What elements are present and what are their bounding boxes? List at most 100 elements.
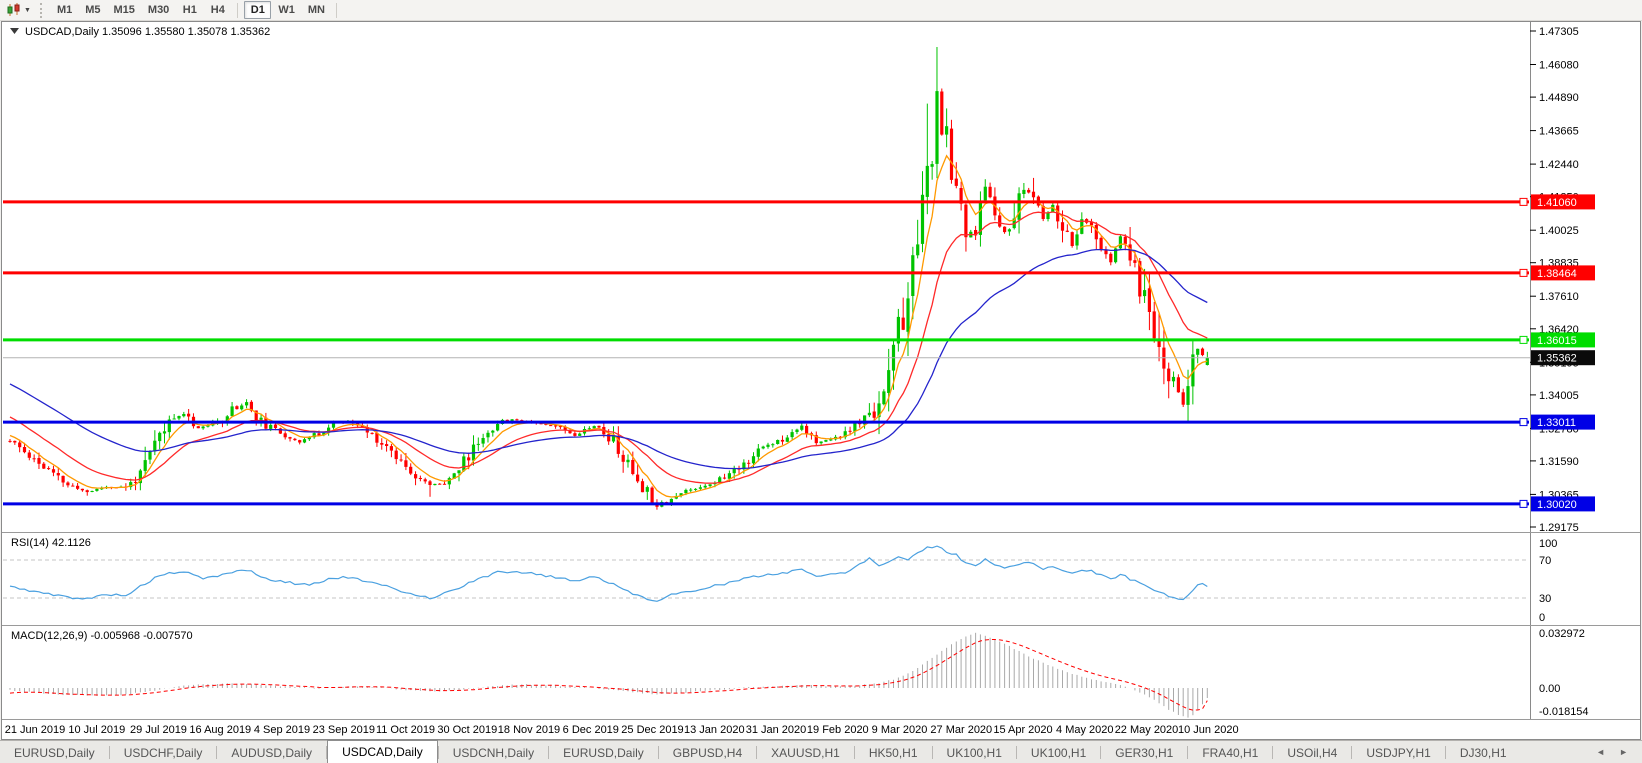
timeframe-buttons: M1 M5 M15 M30 H1 H4 D1 W1 MN: [51, 1, 331, 19]
candle-body: [592, 426, 596, 429]
toolbar-grip[interactable]: [39, 2, 44, 18]
candle-body: [829, 439, 833, 441]
chart-tab-uk100-h1[interactable]: UK100,H1: [933, 742, 1016, 763]
chart-tab-ger30-h1[interactable]: GER30,H1: [1101, 742, 1187, 763]
timeframe-button-h4[interactable]: H4: [204, 1, 231, 19]
candle-body: [230, 406, 234, 417]
candle-body: [945, 126, 949, 135]
chart-tab-gbpusd-h4[interactable]: GBPUSD,H4: [659, 742, 756, 763]
candle-body: [882, 391, 886, 405]
candle-body: [201, 426, 205, 429]
timeframe-button-m1[interactable]: M1: [51, 1, 78, 19]
candle-body: [486, 432, 490, 438]
chart-tabs: EURUSD,Daily USDCHF,Daily AUDUSD,Daily USDC…: [0, 740, 1521, 763]
candle-body: [1109, 253, 1113, 263]
price-tick-label: 1.37610: [1539, 291, 1579, 303]
chart-area[interactable]: 1.473051.460801.448901.436651.424401.412…: [0, 21, 1642, 740]
candle-body: [911, 255, 915, 296]
candle-body: [1118, 236, 1122, 249]
chart-tab-eurusd-daily[interactable]: EURUSD,Daily: [549, 742, 658, 763]
date-label: 6 Dec 2019: [563, 724, 619, 736]
candle-body: [8, 440, 12, 442]
candle-body: [95, 488, 99, 491]
candle-body: [631, 460, 635, 474]
timeframe-button-h1[interactable]: H1: [176, 1, 203, 19]
chart-tab-xauusd-h1[interactable]: XAUUSD,H1: [757, 742, 854, 763]
candle-body: [1017, 193, 1021, 220]
chart-tab-usdcad-daily[interactable]: USDCAD,Daily: [327, 740, 438, 763]
candle-body: [269, 424, 273, 429]
date-label: 9 Mar 2020: [872, 724, 928, 736]
date-label: 11 Oct 2019: [376, 724, 435, 736]
price-tick-label: 1.42440: [1539, 159, 1579, 171]
chevron-down-icon: ▼: [24, 6, 31, 14]
timeframe-button-w1[interactable]: W1: [272, 1, 301, 19]
candle-body: [983, 186, 987, 201]
chart-tabbar: EURUSD,Daily USDCHF,Daily AUDUSD,Daily USDC…: [0, 740, 1642, 763]
level-endpoint-marker: [1519, 268, 1528, 277]
timeframe-button-m15[interactable]: M15: [108, 1, 141, 19]
timeframe-button-m5[interactable]: M5: [79, 1, 106, 19]
candle-body: [515, 419, 519, 421]
candle-body: [766, 444, 770, 447]
candle-body: [1147, 288, 1151, 312]
chart-tab-eurusd-daily[interactable]: EURUSD,Daily: [0, 742, 109, 763]
price-tick-label: 1.40025: [1539, 225, 1579, 237]
date-label: 21 Jun 2019: [5, 724, 66, 736]
candle-body: [283, 433, 287, 438]
date-label: 22 May 2020: [1115, 724, 1179, 736]
candle-body: [51, 469, 56, 473]
candle-body: [133, 481, 138, 483]
candle-body: [636, 474, 640, 482]
tabs-scroll-right-icon[interactable]: ►: [1619, 747, 1628, 757]
candle-body: [196, 426, 200, 429]
timeframe-button-m30[interactable]: M30: [142, 1, 175, 19]
timeframe-button-d1[interactable]: D1: [244, 1, 272, 19]
candle-body: [703, 485, 707, 488]
chart-tab-audusd-daily[interactable]: AUDUSD,Daily: [217, 742, 326, 763]
candle-body: [1070, 232, 1074, 246]
candle-body: [1060, 222, 1065, 231]
candle-body: [1167, 368, 1171, 382]
price-tick-label: 1.34005: [1539, 390, 1579, 402]
level-price-badge-label: 1.30020: [1537, 499, 1577, 511]
chart-tab-dj30-h1[interactable]: DJ30,H1: [1446, 742, 1521, 763]
date-label: 4 Sep 2019: [254, 724, 310, 736]
chart-tab-uk100-h1[interactable]: UK100,H1: [1017, 742, 1100, 763]
candle-body: [1094, 225, 1098, 240]
candle-body: [1075, 234, 1079, 246]
candle-body: [887, 370, 891, 393]
candle-body: [491, 430, 495, 433]
candle-body: [940, 91, 944, 135]
current-price-badge-label: 1.35362: [1537, 353, 1577, 365]
candle-body: [418, 478, 422, 479]
date-label: 4 May 2020: [1056, 724, 1113, 736]
candle-body: [457, 470, 461, 474]
candle-body: [756, 448, 760, 457]
candle-body: [669, 498, 673, 503]
chart-window-frame: [1, 21, 1641, 740]
chart-tab-usoil-h4[interactable]: USOil,H4: [1273, 742, 1351, 763]
tabs-scroll-left-icon[interactable]: ◄: [1596, 747, 1605, 757]
chart-tab-usdcnh-daily[interactable]: USDCNH,Daily: [439, 742, 548, 763]
candle-body: [409, 466, 413, 474]
candle-body: [949, 128, 954, 180]
candle-body: [467, 457, 471, 461]
candle-body: [182, 414, 186, 417]
chart-tab-usdjpy-h1[interactable]: USDJPY,H1: [1352, 742, 1444, 763]
candle-body: [698, 487, 702, 489]
timeframe-button-mn[interactable]: MN: [302, 1, 331, 19]
candle-body: [722, 477, 727, 479]
candle-body: [578, 433, 582, 436]
chart-symbol-button[interactable]: ▼: [3, 1, 34, 19]
candle-body: [776, 440, 780, 444]
candle-body: [800, 425, 804, 430]
candle-body: [954, 178, 958, 186]
chart-tab-hk50-h1[interactable]: HK50,H1: [855, 742, 932, 763]
chart-tab-fra40-h1[interactable]: FRA40,H1: [1188, 742, 1272, 763]
candle-body: [37, 458, 41, 464]
chart-tab-usdchf-daily[interactable]: USDCHF,Daily: [110, 742, 217, 763]
candle-body: [964, 204, 968, 238]
candle-body: [1128, 244, 1132, 261]
candle-body: [1104, 250, 1108, 255]
